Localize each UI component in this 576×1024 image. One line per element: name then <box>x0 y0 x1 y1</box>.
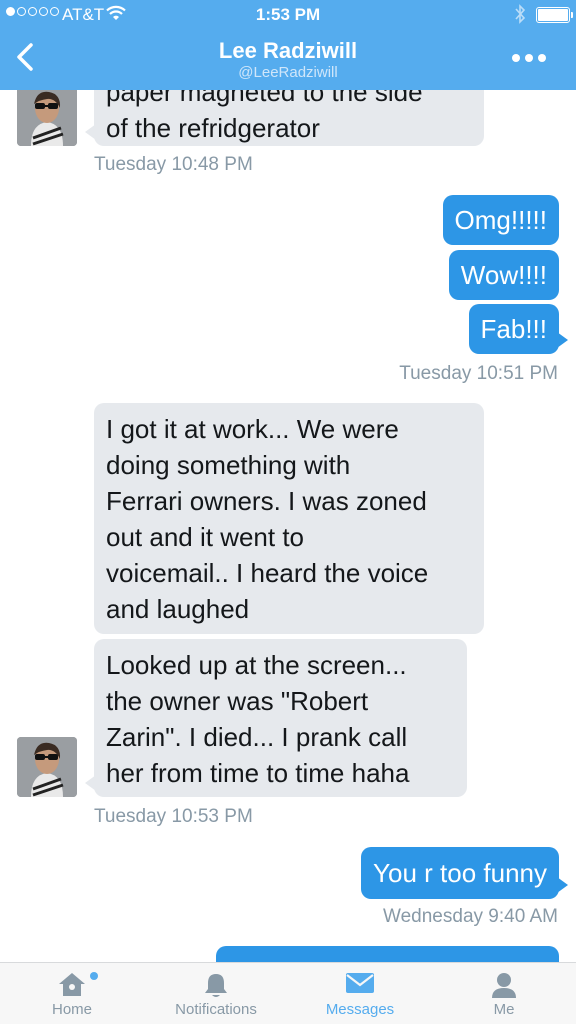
message-line: her from time to time haha <box>106 758 410 788</box>
avatar[interactable] <box>17 90 77 146</box>
message-line: Ferrari owners. I was zoned <box>106 486 427 516</box>
message-bubble-outgoing[interactable]: Fab!!! <box>468 304 569 354</box>
message-text: Omg!!!!! <box>454 205 547 235</box>
conversation-title: Lee Radziwill <box>218 38 358 63</box>
bluetooth-icon <box>515 4 526 24</box>
tab-bar: Home Notifications Messages Me <box>0 962 576 1024</box>
tab-messages[interactable]: Messages <box>288 963 432 1024</box>
message-bubble-outgoing[interactable]: Wow!!!! <box>448 250 559 300</box>
message-line: I got it at work... We were <box>106 414 399 444</box>
message-bubble-incoming[interactable]: paper magneted to the side of the refrid… <box>85 90 484 146</box>
message-timestamp: Tuesday 10:51 PM <box>399 363 558 384</box>
message-line: Looked up at the screen... <box>106 650 407 680</box>
tab-home[interactable]: Home <box>0 963 144 1024</box>
battery-icon <box>536 7 573 23</box>
more-options-icon[interactable] <box>512 54 546 62</box>
message-line: Zarin". I died... I prank call <box>106 722 408 752</box>
message-line: paper magneted to the side <box>106 90 423 107</box>
tab-notifications[interactable]: Notifications <box>144 963 288 1024</box>
home-icon <box>59 973 85 996</box>
message-text: You r too funny <box>373 858 547 888</box>
tab-me[interactable]: Me <box>432 963 576 1024</box>
message-bubble-outgoing[interactable]: Omg!!!!! <box>442 195 559 245</box>
bell-icon <box>205 974 227 997</box>
tab-label: Me <box>493 1001 515 1018</box>
person-icon <box>492 973 516 998</box>
message-bubble-outgoing[interactable] <box>216 946 559 962</box>
message-line: out and it went to <box>106 522 305 552</box>
message-line: and laughed <box>106 594 250 624</box>
tab-label: Messages <box>325 1001 395 1018</box>
message-bubble-incoming[interactable]: I got it at work... We were doing someth… <box>94 403 484 634</box>
message-line: doing something with <box>106 450 351 480</box>
message-line: voicemail.. I heard the voice <box>106 558 429 588</box>
message-text: Wow!!!! <box>460 260 547 290</box>
notification-dot <box>90 972 98 980</box>
avatar[interactable] <box>17 737 77 797</box>
message-timestamp: Tuesday 10:53 PM <box>94 806 253 827</box>
message-timestamp: Tuesday 10:48 PM <box>94 154 253 175</box>
status-bar: AT&T 1:53 PM <box>0 0 576 30</box>
message-text: Fab!!! <box>480 314 547 344</box>
status-time: 1:53 PM <box>255 5 321 24</box>
message-thread[interactable]: paper magneted to the side of the refrid… <box>0 90 576 962</box>
tab-label: Notifications <box>175 1001 257 1018</box>
message-bubble-incoming[interactable]: Looked up at the screen... the owner was… <box>85 639 467 797</box>
tab-label: Home <box>51 1001 92 1018</box>
navigation-bar: AT&T 1:53 PM Lee Radziwill @LeeRadziwill <box>0 0 576 90</box>
message-line: of the refridgerator <box>106 113 320 143</box>
message-line: the owner was "Robert <box>106 686 369 716</box>
message-bubble-outgoing[interactable]: You r too funny <box>361 847 568 899</box>
conversation-handle: @LeeRadziwill <box>238 64 338 81</box>
message-timestamp: Wednesday 9:40 AM <box>383 906 558 927</box>
envelope-icon <box>346 973 374 993</box>
